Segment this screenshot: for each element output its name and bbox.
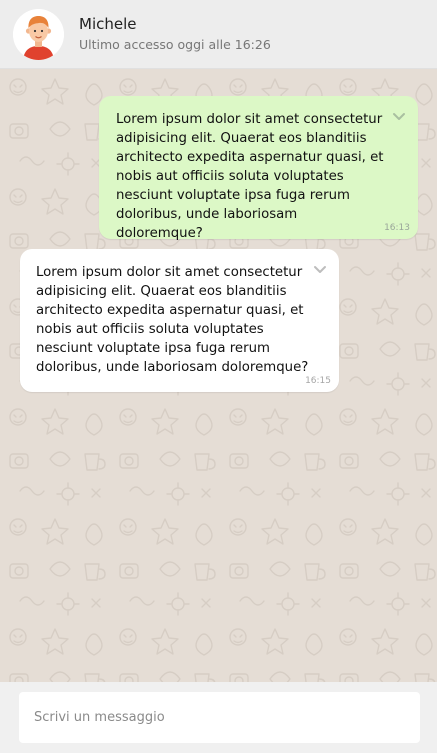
composer-bar [0,682,437,753]
contact-info[interactable]: Michele Ultimo accesso oggi alle 16:26 [79,15,271,53]
chat-header: Michele Ultimo accesso oggi alle 16:26 [0,0,437,69]
chat-app: Michele Ultimo accesso oggi alle 16:26 L… [0,0,437,753]
chevron-down-icon[interactable] [392,112,406,122]
received-message-bubble[interactable]: Lorem ipsum dolor sit amet consectetur a… [20,249,339,392]
message-text: Lorem ipsum dolor sit amet consectetur a… [116,112,384,241]
user-avatar-icon[interactable] [13,8,64,60]
message-time: 16:13 [384,223,410,233]
contact-name: Michele [79,15,137,33]
message-time: 16:15 [305,376,331,386]
sent-message-bubble[interactable]: Lorem ipsum dolor sit amet consectetur a… [99,96,418,241]
message-list[interactable]: Lorem ipsum dolor sit amet consectetur a… [0,69,437,682]
message-input[interactable] [19,692,420,743]
message-text: Lorem ipsum dolor sit amet consectetur a… [36,265,309,375]
last-seen-status: Ultimo accesso oggi alle 16:26 [79,37,271,52]
chevron-down-icon[interactable] [313,265,327,275]
